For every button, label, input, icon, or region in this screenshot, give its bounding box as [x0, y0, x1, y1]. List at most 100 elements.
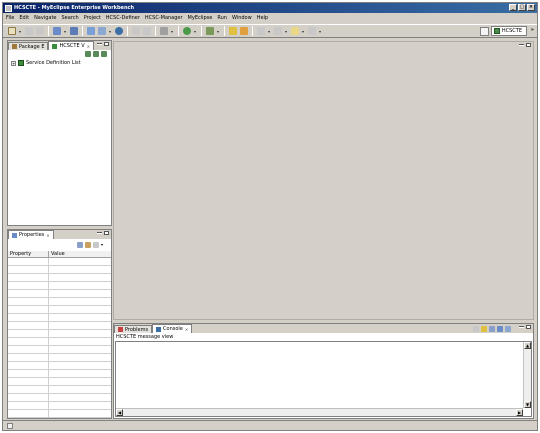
- menu-help[interactable]: Help: [257, 14, 268, 23]
- horizontal-scrollbar[interactable]: ◀ ▶: [116, 408, 523, 416]
- dropdown-arrow-icon[interactable]: ▾: [217, 29, 220, 34]
- console-icon: [156, 326, 162, 332]
- restore-default-icon[interactable]: [93, 242, 99, 248]
- browser-icon[interactable]: [115, 27, 123, 35]
- editor-area[interactable]: [113, 41, 534, 320]
- dropdown-arrow-icon[interactable]: ▾: [109, 29, 112, 34]
- menu-hcsc-manager[interactable]: HCSC-Manager: [145, 14, 183, 23]
- remove-service-icon[interactable]: [101, 51, 107, 57]
- menu-myeclipse[interactable]: MyEclipse: [188, 14, 213, 23]
- maximize-button[interactable]: □: [518, 4, 526, 11]
- refresh-icon[interactable]: [85, 51, 91, 57]
- new-project-icon[interactable]: [87, 27, 95, 35]
- new-icon[interactable]: [8, 27, 16, 35]
- menu-project[interactable]: Project: [84, 14, 101, 23]
- advanced-properties-icon[interactable]: [85, 242, 91, 248]
- maximize-view-icon[interactable]: [526, 325, 531, 329]
- build-icon[interactable]: [160, 27, 168, 35]
- minimize-view-icon[interactable]: [97, 232, 102, 234]
- menu-run[interactable]: Run: [217, 14, 227, 23]
- dropdown-arrow-icon[interactable]: ▾: [19, 29, 22, 34]
- scroll-right-icon[interactable]: ▶: [516, 409, 523, 416]
- menu-search[interactable]: Search: [62, 14, 79, 23]
- fast-view-icon[interactable]: [7, 422, 13, 429]
- menu-edit[interactable]: Edit: [19, 14, 29, 23]
- tab-hcscte-view[interactable]: HCSCTE V ✕: [48, 41, 94, 50]
- debug-icon[interactable]: [183, 27, 191, 35]
- toolbar-separator: [127, 26, 128, 36]
- more-perspectives-icon[interactable]: »: [531, 27, 534, 33]
- deploy-icon[interactable]: [53, 27, 61, 35]
- save-icon[interactable]: [25, 27, 33, 35]
- add-service-icon[interactable]: [93, 51, 99, 57]
- console-message: HCSCTE message view: [116, 334, 174, 340]
- undo-icon[interactable]: [132, 27, 140, 35]
- menu-hcsc-definer[interactable]: HCSC-Definer: [106, 14, 140, 23]
- minimize-view-icon[interactable]: [519, 326, 524, 328]
- status-bar: [3, 420, 537, 430]
- dropdown-arrow-icon[interactable]: ▾: [171, 29, 174, 34]
- minimize-view-icon[interactable]: [97, 43, 102, 45]
- minimize-button[interactable]: _: [509, 4, 517, 11]
- properties-table-header: Property Value: [8, 251, 111, 258]
- properties-table-body[interactable]: [8, 258, 111, 418]
- window-title: HCSCTE - MyEclipse Enterprise Workbench: [14, 5, 135, 11]
- tree-item-service-definition-list[interactable]: + Service Definition List: [11, 60, 81, 66]
- previous-annotation-icon[interactable]: [274, 27, 282, 35]
- tab-console[interactable]: Console ✕: [152, 324, 193, 333]
- dropdown-arrow-icon[interactable]: ▾: [268, 29, 271, 34]
- scroll-lock-icon[interactable]: [481, 326, 487, 332]
- close-button[interactable]: ×: [527, 4, 535, 11]
- dropdown-arrow-icon[interactable]: ▾: [285, 29, 288, 34]
- dropdown-arrow-icon[interactable]: ▾: [194, 29, 197, 34]
- maximize-view-icon[interactable]: [104, 42, 109, 46]
- redo-icon[interactable]: [143, 27, 151, 35]
- server-icon[interactable]: [70, 27, 78, 35]
- column-value[interactable]: Value: [49, 251, 111, 257]
- forward-icon[interactable]: [308, 27, 316, 35]
- dropdown-arrow-icon[interactable]: ▾: [302, 29, 305, 34]
- title-bar[interactable]: HCSCTE - MyEclipse Enterprise Workbench …: [3, 3, 537, 13]
- expand-icon[interactable]: +: [11, 60, 16, 66]
- tab-problems[interactable]: Problems: [114, 325, 153, 333]
- dropdown-arrow-icon[interactable]: ▾: [64, 29, 67, 34]
- view-menu-icon[interactable]: ▾: [101, 242, 107, 248]
- print-icon[interactable]: [36, 27, 44, 35]
- scroll-left-icon[interactable]: ◀: [116, 409, 123, 416]
- dropdown-arrow-icon[interactable]: ▾: [319, 29, 322, 34]
- clear-console-icon[interactable]: [473, 326, 479, 332]
- bookmark-icon[interactable]: [240, 27, 248, 35]
- toolbar-separator: [178, 26, 179, 36]
- tree-item-label: Service Definition List: [26, 60, 81, 66]
- console-output[interactable]: ▲ ▼ ◀ ▶: [115, 341, 532, 417]
- run-icon[interactable]: [206, 27, 214, 35]
- categories-icon[interactable]: [77, 242, 83, 248]
- package-icon: [12, 44, 17, 49]
- minimize-editor-icon[interactable]: [519, 44, 524, 46]
- maximize-view-icon[interactable]: [104, 231, 109, 235]
- menu-navigate[interactable]: Navigate: [34, 14, 56, 23]
- scroll-down-icon[interactable]: ▼: [524, 401, 531, 408]
- explorer-panel: Package E HCSCTE V ✕ + Service Definitio…: [7, 40, 112, 226]
- close-icon[interactable]: ✕: [87, 44, 90, 49]
- perspective-hcscte[interactable]: HCSCTE: [490, 26, 527, 36]
- search-icon[interactable]: [229, 27, 237, 35]
- maximize-editor-icon[interactable]: [526, 43, 531, 47]
- pin-console-icon[interactable]: [489, 326, 495, 332]
- vertical-scrollbar[interactable]: ▲ ▼: [523, 342, 531, 408]
- menu-window[interactable]: Window: [232, 14, 252, 23]
- tab-package-explorer[interactable]: Package E: [8, 42, 49, 50]
- back-icon[interactable]: [291, 27, 299, 35]
- menu-file[interactable]: File: [6, 14, 14, 23]
- display-console-icon[interactable]: [497, 326, 503, 332]
- open-type-icon[interactable]: [98, 27, 106, 35]
- next-annotation-icon[interactable]: [257, 27, 265, 35]
- scroll-up-icon[interactable]: ▲: [524, 342, 531, 349]
- column-property[interactable]: Property: [8, 251, 49, 257]
- close-icon[interactable]: ✕: [46, 233, 49, 238]
- tab-properties[interactable]: Properties ✕: [8, 230, 54, 239]
- main-toolbar: ▾ ▾ ▾ ▾ ▾ ▾ ▾ ▾ ▾ ▾: [3, 24, 537, 38]
- open-console-icon[interactable]: [505, 326, 511, 332]
- open-perspective-icon[interactable]: [479, 26, 489, 36]
- close-icon[interactable]: ✕: [185, 327, 188, 332]
